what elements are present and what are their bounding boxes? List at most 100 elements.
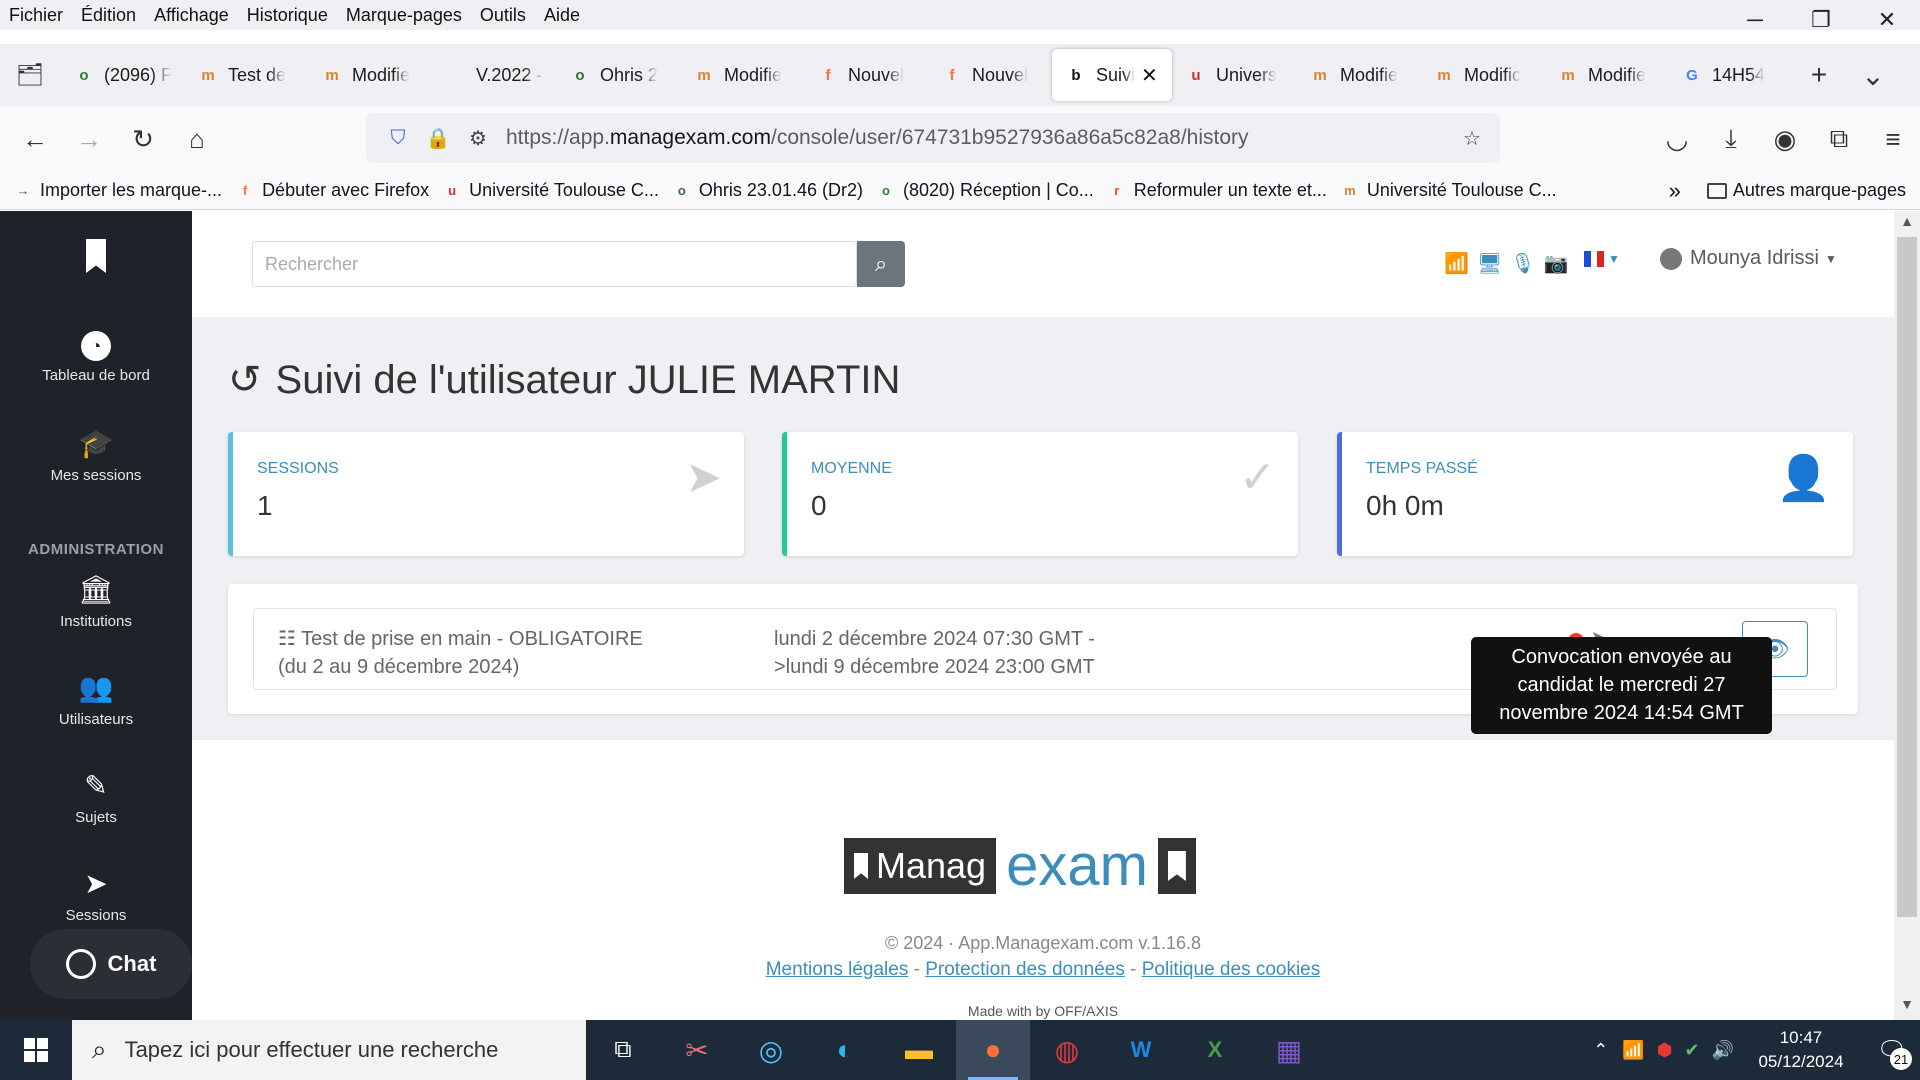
scrollbar-thumb[interactable] [1897, 237, 1917, 917]
sidebar-item-institutions[interactable]: 🏛 Institutions [0, 573, 192, 630]
permissions-icon[interactable]: ⚙ [458, 118, 498, 158]
minimize-icon[interactable]: ─ [1722, 0, 1788, 40]
extensions-icon[interactable]: ⧉ [1812, 112, 1866, 166]
task-view-icon[interactable]: ⧉ [586, 1020, 660, 1080]
firefox-icon[interactable]: ● [956, 1020, 1030, 1080]
browser-tab[interactable]: G 14H54 [1668, 49, 1792, 101]
forward-icon[interactable]: → [62, 112, 116, 166]
url-text[interactable]: https://app.managexam.com/console/user/6… [506, 126, 1249, 150]
bookmark-item[interactable]: → Importer les marque-... [12, 180, 223, 202]
list-tabs-icon[interactable]: ⌄ [1846, 50, 1900, 100]
teams-icon[interactable]: ▦ [1252, 1020, 1326, 1080]
browser-tab[interactable]: m Test de [184, 49, 308, 101]
lock-icon[interactable]: 🔒 [418, 118, 458, 158]
security-icon[interactable]: ⬢ [1657, 1040, 1673, 1061]
restore-icon[interactable]: ❐ [1788, 0, 1854, 40]
pocket-icon[interactable]: ◡ [1650, 112, 1704, 166]
browser-tab[interactable]: m Modifie [308, 49, 432, 101]
bookmark-label: (8020) Réception | Co... [902, 180, 1094, 200]
app-icon[interactable]: ◍ [1030, 1020, 1104, 1080]
page-scrollbar[interactable]: ▲ ▼ [1894, 211, 1920, 1020]
folder-icon [1706, 182, 1727, 199]
browser-tab[interactable]: o (2096) F [60, 49, 184, 101]
search-input[interactable] [253, 242, 856, 286]
link-mentions-legales[interactable]: Mentions légales [766, 959, 909, 980]
file-explorer-icon[interactable]: ▬ [882, 1020, 956, 1080]
word-icon[interactable]: W [1104, 1020, 1178, 1080]
sidebar-item-mes-sessions[interactable]: 🎓 Mes sessions [0, 427, 192, 484]
account-icon[interactable]: ◉ [1758, 112, 1812, 166]
link-politique-cookies[interactable]: Politique des cookies [1142, 959, 1321, 980]
microphone-icon[interactable]: 🎙 [1510, 251, 1535, 276]
menu-historique[interactable]: Historique [238, 0, 337, 30]
notification-center-icon[interactable]: 🗨 21 [1864, 1020, 1920, 1080]
bookmark-item[interactable]: m Université Toulouse C... [1339, 180, 1557, 202]
language-selector[interactable]: ▼ [1584, 251, 1620, 267]
menu-affichage[interactable]: Affichage [145, 0, 238, 30]
bookmark-item[interactable]: o (8020) Réception | Co... [875, 180, 1094, 202]
close-tab-icon[interactable]: ✕ [1141, 63, 1158, 88]
scroll-up-icon[interactable]: ▲ [1894, 213, 1920, 235]
managexam-logo-icon[interactable] [86, 239, 106, 273]
bookmark-item[interactable]: u Université Toulouse C... [441, 180, 659, 202]
snipping-tool-icon[interactable]: ✂ [660, 1020, 734, 1080]
browser-tab[interactable]: m Modifie [680, 49, 804, 101]
monitor-icon[interactable]: 🖥 [1477, 251, 1502, 276]
show-hidden-icons-icon[interactable]: ⌃ [1593, 1040, 1608, 1061]
sidebar-item-tableau-de-bord[interactable]: ◔ Tableau de bord [0, 331, 192, 384]
menu-fichier[interactable]: Fichier [0, 0, 72, 30]
menu-marque-pages[interactable]: Marque-pages [337, 0, 471, 30]
wifi-icon[interactable]: 📶 [1622, 1040, 1644, 1061]
search-button[interactable]: ⌕ [857, 241, 905, 287]
link-protection-donnees[interactable]: Protection des données [925, 959, 1125, 980]
hamburger-menu-icon[interactable]: ≡ [1866, 112, 1920, 166]
browser-tab[interactable]: m Modific [1420, 49, 1544, 101]
scroll-down-icon[interactable]: ▼ [1894, 996, 1920, 1018]
bookmark-item[interactable]: o Ohris 23.01.46 (Dr2) [671, 180, 863, 202]
clock[interactable]: 10:47 05/12/2024 [1746, 1026, 1856, 1074]
bookmark-logo-icon [1167, 851, 1186, 881]
more-bookmarks-icon[interactable]: » [1669, 178, 1681, 204]
browser-tab[interactable]: b Suivi ✕ [1052, 49, 1172, 101]
browser-tab[interactable]: u Univers [1172, 49, 1296, 101]
home-icon[interactable]: ⌂ [170, 112, 224, 166]
new-tab-icon[interactable]: + [1792, 50, 1846, 100]
bookmark-item[interactable]: r Reformuler un texte et... [1106, 180, 1327, 202]
menu-outils[interactable]: Outils [471, 0, 535, 30]
menu-edition[interactable]: Édition [72, 0, 145, 30]
excel-icon[interactable]: X [1178, 1020, 1252, 1080]
start-button[interactable] [0, 1020, 72, 1080]
other-bookmarks[interactable]: Autres marque-pages [1706, 180, 1906, 201]
signal-icon[interactable]: 📶 [1444, 251, 1469, 276]
device-check-icons[interactable]: 📶 🖥 🎙 📷 [1444, 251, 1569, 276]
camera-icon[interactable]: 📷 [1544, 251, 1569, 276]
sidebar-item-utilisateurs[interactable]: 👥 Utilisateurs [0, 671, 192, 728]
edge-icon[interactable]: ◐ [808, 1020, 882, 1080]
bookmark-item[interactable]: f Débuter avec Firefox [234, 180, 429, 202]
close-window-icon[interactable]: ✕ [1854, 0, 1920, 40]
thunderbird-icon[interactable]: ◎ [734, 1020, 808, 1080]
browser-tab[interactable]: V.2022 - Gu [432, 49, 556, 101]
url-bar[interactable]: ⛉ 🔒 ⚙ https://app.managexam.com/console/… [366, 113, 1500, 163]
chat-button[interactable]: Chat [30, 929, 192, 999]
volume-icon[interactable]: 🔊 [1712, 1040, 1734, 1061]
bookmark-star-icon[interactable]: ☆ [1452, 118, 1492, 158]
menu-aide[interactable]: Aide [535, 0, 589, 30]
browser-tab[interactable]: f Nouvel [804, 49, 928, 101]
sidebar-item-sessions[interactable]: ➤ Sessions [0, 867, 192, 924]
back-icon[interactable]: ← [8, 112, 62, 166]
browser-tab[interactable]: m Modifie [1296, 49, 1420, 101]
sidebar-item-sujets[interactable]: ✎ Sujets [0, 769, 192, 826]
user-menu[interactable]: Mounya Idrissi ▼ [1660, 247, 1837, 270]
managexam-brand-logo: Manag exam [844, 837, 1196, 895]
browser-tab[interactable]: o Ohris 2 [556, 49, 680, 101]
browser-tab[interactable]: m Modifie [1544, 49, 1668, 101]
defender-icon[interactable]: ✔ [1684, 1040, 1699, 1061]
reload-icon[interactable]: ↻ [116, 112, 170, 166]
taskbar-search[interactable]: ⌕ Tapez ici pour effectuer une recherche [72, 1020, 586, 1080]
tab-overview-icon[interactable]: 🗂 [0, 50, 60, 100]
browser-tab[interactable]: f Nouvel [928, 49, 1052, 101]
downloads-icon[interactable]: ⤓ [1704, 112, 1758, 166]
tracking-protection-icon[interactable]: ⛉ [378, 118, 418, 158]
search-field[interactable] [252, 241, 857, 287]
